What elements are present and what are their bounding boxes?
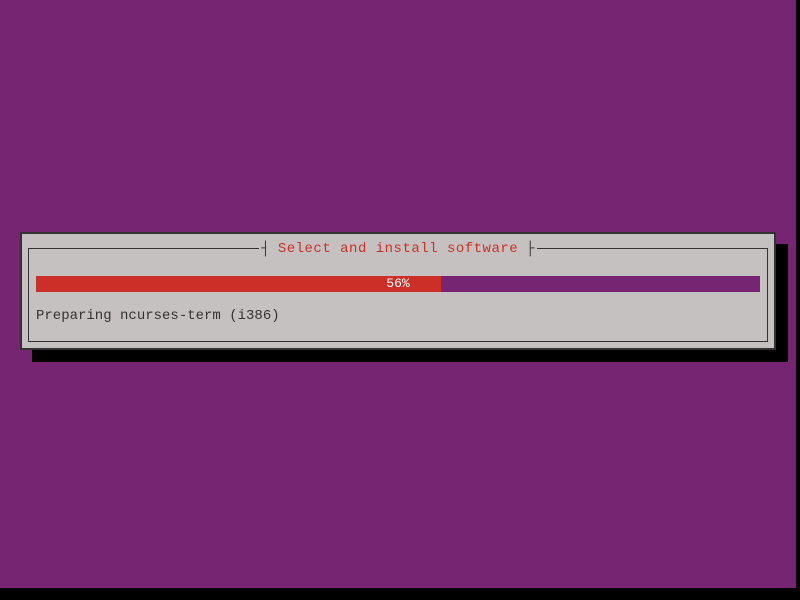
screen-edge-bottom <box>0 588 800 600</box>
install-dialog: ┤ Select and install software ├ 56% Prep… <box>20 232 776 350</box>
dialog-title-wrap: ┤ Select and install software ├ <box>22 241 774 257</box>
progress-bar: 56% <box>36 276 760 292</box>
status-text: Preparing ncurses-term (i386) <box>36 308 280 324</box>
dialog-title: Select and install software <box>272 241 524 257</box>
progress-percent-label: 56% <box>36 276 760 292</box>
title-bracket-left: ┤ <box>259 241 271 257</box>
dialog-frame <box>28 248 768 342</box>
screen-edge-right <box>796 0 800 600</box>
title-bracket-right: ├ <box>524 241 536 257</box>
